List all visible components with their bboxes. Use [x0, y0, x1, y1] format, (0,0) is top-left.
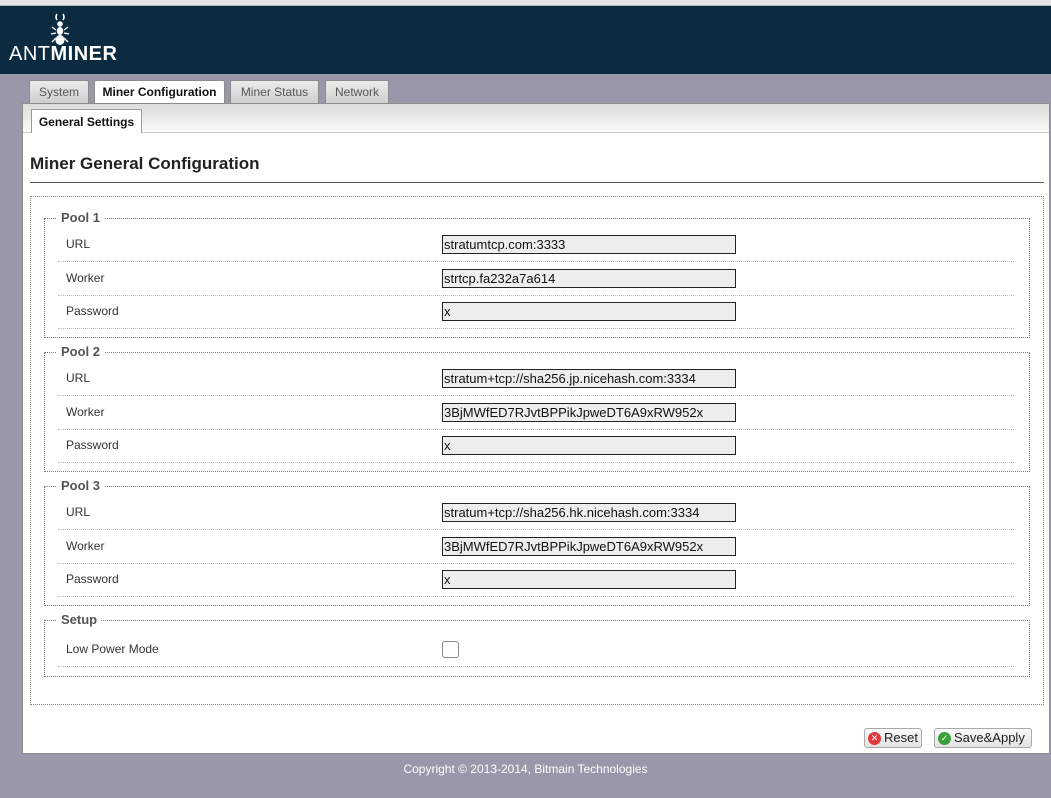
- low-power-label: Low Power Mode: [66, 642, 159, 656]
- page-title: Miner General Configuration: [30, 154, 260, 173]
- pool-1-url-row: URL stratumtcp.com:3333: [58, 229, 1014, 262]
- antminer-logo[interactable]: ANTMINER: [9, 12, 117, 72]
- pool-2-legend: Pool 2: [57, 344, 105, 359]
- pool-1-legend: Pool 1: [57, 210, 105, 225]
- logo-text-bold: MINER: [50, 43, 118, 65]
- save-apply-button[interactable]: ✓ Save&Apply: [934, 728, 1032, 748]
- pool-3-password-label: Password: [66, 572, 119, 586]
- pool-1-password-label: Password: [66, 304, 119, 318]
- save-apply-button-label: Save&Apply: [954, 730, 1025, 745]
- pool-2-password-row: Password x: [58, 430, 1014, 463]
- pool-1-worker-row: Worker strtcp.fa232a7a614: [58, 263, 1014, 296]
- pool-3-url-label: URL: [66, 505, 91, 519]
- logo-text-thin: ANT: [9, 43, 51, 65]
- copyright-footer: Copyright © 2013-2014, Bitmain Technolog…: [403, 762, 648, 776]
- subtab-bar: General Settings: [23, 104, 1049, 133]
- logo-wordmark: ANTMINER: [9, 43, 117, 66]
- subtab-general-settings[interactable]: General Settings: [31, 109, 142, 133]
- pool-2-password-label: Password: [66, 438, 119, 452]
- reset-button-label: Reset: [884, 730, 918, 745]
- config-form: Pool 1 URL stratumtcp.com:3333 Worker st…: [30, 196, 1044, 705]
- pool-3-url-row: URL stratum+tcp://sha256.hk.nicehash.com…: [58, 497, 1014, 530]
- tab-system[interactable]: System: [29, 80, 89, 103]
- pool-1-password-row: Password x: [58, 296, 1014, 329]
- header-bar: ANTMINER: [0, 6, 1051, 74]
- pool-3-password-row: Password x: [58, 564, 1014, 597]
- low-power-checkbox[interactable]: [442, 641, 459, 658]
- pool-3-password-input[interactable]: x: [442, 570, 736, 589]
- pool-3-worker-input[interactable]: 3BjMWfED7RJvtBPPikJpweDT6A9xRW952x: [442, 537, 736, 556]
- pool-3-url-input[interactable]: stratum+tcp://sha256.hk.nicehash.com:333…: [442, 503, 736, 522]
- tab-miner-status[interactable]: Miner Status: [230, 80, 319, 103]
- pool-2-url-label: URL: [66, 371, 91, 385]
- pool-2-password-input[interactable]: x: [442, 436, 736, 455]
- pool-1-password-input[interactable]: x: [442, 302, 736, 321]
- ant-icon: [50, 13, 70, 45]
- config-panel: General Settings Miner General Configura…: [22, 103, 1050, 754]
- reset-x-icon: ✕: [868, 732, 881, 745]
- pool-3-worker-row: Worker 3BjMWfED7RJvtBPPikJpweDT6A9xRW952…: [58, 531, 1014, 564]
- pool-1-url-label: URL: [66, 237, 91, 251]
- pool-1-fieldset: Pool 1 URL stratumtcp.com:3333 Worker st…: [44, 210, 1030, 338]
- title-divider: [30, 182, 1044, 183]
- pool-3-fieldset: Pool 3 URL stratum+tcp://sha256.hk.niceh…: [44, 478, 1030, 606]
- pool-2-worker-label: Worker: [66, 405, 105, 419]
- pool-2-url-input[interactable]: stratum+tcp://sha256.jp.nicehash.com:333…: [442, 369, 736, 388]
- setup-fieldset: Setup Low Power Mode: [44, 612, 1030, 677]
- pool-3-legend: Pool 3: [57, 478, 105, 493]
- pool-2-worker-input[interactable]: 3BjMWfED7RJvtBPPikJpweDT6A9xRW952x: [442, 403, 736, 422]
- setup-legend: Setup: [57, 612, 102, 627]
- pool-2-fieldset: Pool 2 URL stratum+tcp://sha256.jp.niceh…: [44, 344, 1030, 472]
- pool-3-worker-label: Worker: [66, 539, 105, 553]
- pool-1-worker-input[interactable]: strtcp.fa232a7a614: [442, 269, 736, 288]
- pool-1-worker-label: Worker: [66, 271, 105, 285]
- pool-2-url-row: URL stratum+tcp://sha256.jp.nicehash.com…: [58, 363, 1014, 396]
- check-icon: ✓: [938, 732, 951, 745]
- low-power-row: Low Power Mode: [58, 634, 1014, 667]
- reset-button[interactable]: ✕ Reset: [864, 728, 922, 748]
- tab-network[interactable]: Network: [325, 80, 389, 103]
- pool-2-worker-row: Worker 3BjMWfED7RJvtBPPikJpweDT6A9xRW952…: [58, 397, 1014, 430]
- tab-miner-configuration[interactable]: Miner Configuration: [94, 80, 225, 104]
- pool-1-url-input[interactable]: stratumtcp.com:3333: [442, 235, 736, 254]
